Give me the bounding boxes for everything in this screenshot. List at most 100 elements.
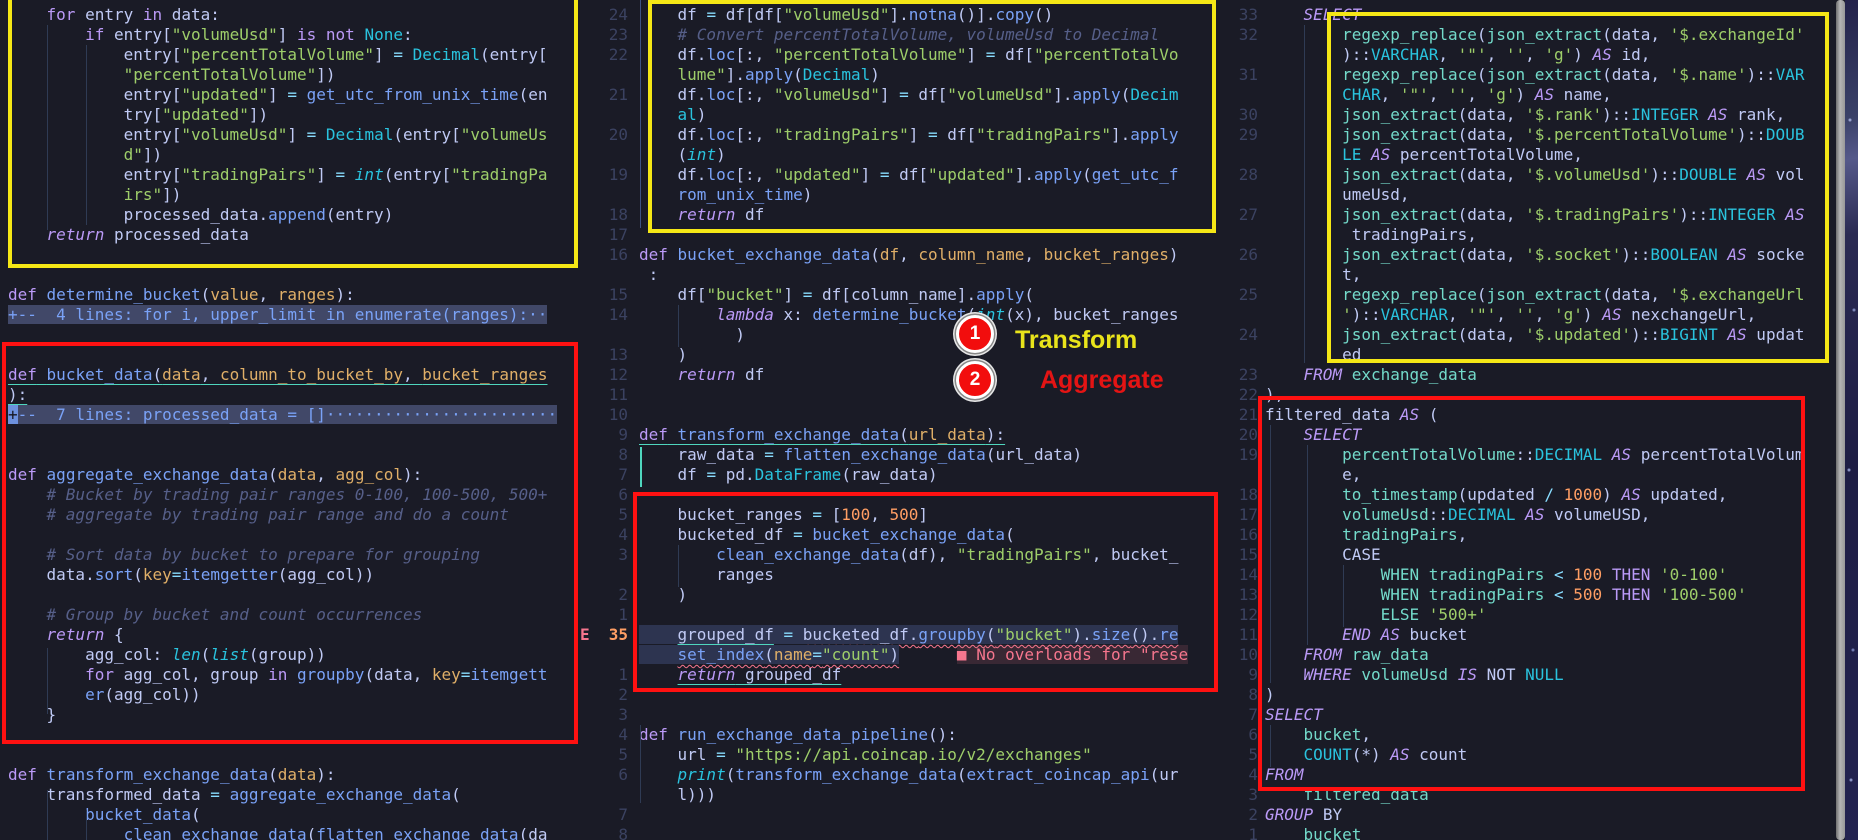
code-line[interactable]: 8 raw_data = flatten_exchange_data(url_d…: [578, 445, 1228, 465]
code-line[interactable]: 19 df.loc[:, "updated"] = df["updated"].…: [578, 165, 1228, 185]
code-line[interactable]: 16 tradingPairs,: [1228, 525, 1836, 545]
code-line[interactable]: )::VARCHAR, '"', '', 'g') AS id,: [1228, 45, 1836, 65]
code-line[interactable]: 5 url = "https://api.coincap.io/v2/excha…: [578, 745, 1228, 765]
code-line[interactable]: 6: [578, 485, 1228, 505]
code-line[interactable]: 17: [578, 225, 1228, 245]
code-line[interactable]: e,: [1228, 465, 1836, 485]
code-line[interactable]: 33 SELECT: [1228, 5, 1836, 25]
code-line[interactable]: if entry["volumeUsd"] is not None:: [0, 25, 578, 45]
code-line[interactable]: 8): [1228, 685, 1836, 705]
code-line[interactable]: 25 regexp_replace(json_extract(data, '$.…: [1228, 285, 1836, 305]
code-line[interactable]: [0, 585, 578, 605]
code-line[interactable]: 20 SELECT: [1228, 425, 1836, 445]
code-line[interactable]: transformed_data = aggregate_exchange_da…: [0, 785, 578, 805]
code-line[interactable]: # Group by bucket and count occurrences: [0, 605, 578, 625]
code-line[interactable]: [0, 425, 578, 445]
code-line[interactable]: (int): [578, 145, 1228, 165]
code-line[interactable]: lume"].apply(Decimal): [578, 65, 1228, 85]
code-line[interactable]: def determine_bucket(value, ranges):: [0, 285, 578, 305]
code-line[interactable]: +-- 4 lines: for i, upper_limit in enume…: [0, 305, 578, 325]
code-line[interactable]: # aggregate by trading pair range and do…: [0, 505, 578, 525]
code-line[interactable]: return {: [0, 625, 578, 645]
code-line[interactable]: 32 regexp_replace(json_extract(data, '$.…: [1228, 25, 1836, 45]
code-line[interactable]: 21filtered_data AS (: [1228, 405, 1836, 425]
code-line[interactable]: [0, 745, 578, 765]
code-line[interactable]: ')::VARCHAR, '"', '', 'g') AS nexchangeU…: [1228, 305, 1836, 325]
code-line[interactable]: 31 regexp_replace(json_extract(data, '$.…: [1228, 65, 1836, 85]
code-line[interactable]: 14 lambda x: determine_bucket(int(x), bu…: [578, 305, 1228, 325]
code-line[interactable]: 1 bucket: [1228, 825, 1836, 840]
code-line[interactable]: 2 ): [578, 585, 1228, 605]
code-line[interactable]: 9def transform_exchange_data(url_data):: [578, 425, 1228, 445]
code-line[interactable]: t,: [1228, 265, 1836, 285]
code-line[interactable]: ed: [1228, 345, 1836, 365]
code-line[interactable]: 18 to_timestamp(updated / 1000) AS updat…: [1228, 485, 1836, 505]
code-line[interactable]: 21 df.loc[:, "volumeUsd"] = df["volumeUs…: [578, 85, 1228, 105]
code-line[interactable]: er(agg_col)): [0, 685, 578, 705]
code-line[interactable]: 10: [578, 405, 1228, 425]
code-line[interactable]: [0, 345, 578, 365]
code-line[interactable]: 20 df.loc[:, "tradingPairs"] = df["tradi…: [578, 125, 1228, 145]
code-line[interactable]: 1: [578, 605, 1228, 625]
code-line[interactable]: 3 filtered_data: [1228, 785, 1836, 805]
code-line[interactable]: rom_unix_time): [578, 185, 1228, 205]
code-line[interactable]: return processed_data: [0, 225, 578, 245]
code-line[interactable]: 15 CASE: [1228, 545, 1836, 565]
code-line[interactable]: for entry in data:: [0, 5, 578, 25]
code-line[interactable]: 30 json_extract(data, '$.rank')::INTEGER…: [1228, 105, 1836, 125]
code-line[interactable]: 8: [578, 825, 1228, 840]
code-line[interactable]: tradingPairs,: [1228, 225, 1836, 245]
code-line[interactable]: set_index(name="count") ■ No overloads f…: [578, 645, 1228, 665]
code-line[interactable]: [0, 525, 578, 545]
code-line[interactable]: }: [0, 705, 578, 725]
code-line[interactable]: for agg_col, group in groupby(data, key=…: [0, 665, 578, 685]
code-line[interactable]: CHAR, '"', '', 'g') AS name,: [1228, 85, 1836, 105]
code-line[interactable]: [0, 725, 578, 745]
code-line[interactable]: 7 df = pd.DataFrame(raw_data): [578, 465, 1228, 485]
code-line[interactable]: data.sort(key=itemgetter(agg_col)): [0, 565, 578, 585]
code-line[interactable]: 10 FROM raw_data: [1228, 645, 1836, 665]
code-line[interactable]: 7: [578, 805, 1228, 825]
code-line[interactable]: 14 WHEN tradingPairs < 100 THEN '0-100': [1228, 565, 1836, 585]
code-line[interactable]: 7SELECT: [1228, 705, 1836, 725]
code-line[interactable]: 22 df.loc[:, "percentTotalVolume"] = df[…: [578, 45, 1228, 65]
code-line[interactable]: 12 ELSE '500+': [1228, 605, 1836, 625]
code-line[interactable]: 18 return df: [578, 205, 1228, 225]
code-line[interactable]: 6 bucket,: [1228, 725, 1836, 745]
code-line[interactable]: 27 json_extract(data, '$.tradingPairs'):…: [1228, 205, 1836, 225]
code-line[interactable]: # Bucket by trading pair ranges 0-100, 1…: [0, 485, 578, 505]
code-line[interactable]: 19 percentTotalVolume::DECIMAL AS percen…: [1228, 445, 1836, 465]
code-line[interactable]: 13 WHEN tradingPairs < 500 THEN '100-500…: [1228, 585, 1836, 605]
code-line[interactable]: ):: [0, 385, 578, 405]
code-line[interactable]: 23 # Convert percentTotalVolume, volumeU…: [578, 25, 1228, 45]
code-line[interactable]: 4 bucketed_df = bucket_exchange_data(: [578, 525, 1228, 545]
code-pane-right[interactable]: 33 SELECT32 regexp_replace(json_extract(…: [1228, 0, 1836, 840]
code-line[interactable]: 28 json_extract(data, '$.volumeUsd')::DO…: [1228, 165, 1836, 185]
code-line[interactable]: 24 df = df[df["volumeUsd"].notna()].copy…: [578, 5, 1228, 25]
code-line[interactable]: 17 volumeUsd::DECIMAL AS volumeUSD,: [1228, 505, 1836, 525]
code-line[interactable]: 4FROM: [1228, 765, 1836, 785]
code-line[interactable]: 1 return grouped_df: [578, 665, 1228, 685]
code-line[interactable]: E35 grouped_df = bucketed_df.groupby("bu…: [578, 625, 1228, 645]
code-line[interactable]: 5 bucket_ranges = [100, 500]: [578, 505, 1228, 525]
scrollbar[interactable]: [1836, 0, 1845, 840]
code-line[interactable]: 4def run_exchange_data_pipeline():: [578, 725, 1228, 745]
code-line[interactable]: [0, 265, 578, 285]
code-line[interactable]: umeUsd,: [1228, 185, 1836, 205]
code-line[interactable]: [0, 325, 578, 345]
code-line[interactable]: def transform_exchange_data(data):: [0, 765, 578, 785]
code-line[interactable]: 2GROUP BY: [1228, 805, 1836, 825]
code-line[interactable]: 15 df["bucket"] = df[column_name].apply(: [578, 285, 1228, 305]
code-line[interactable]: # Sort data by bucket to prepare for gro…: [0, 545, 578, 565]
code-line[interactable]: 16def bucket_exchange_data(df, column_na…: [578, 245, 1228, 265]
code-line[interactable]: [0, 445, 578, 465]
code-line[interactable]: 23 FROM exchange_data: [1228, 365, 1836, 385]
code-line[interactable]: 26 json_extract(data, '$.socket')::BOOLE…: [1228, 245, 1836, 265]
code-line[interactable]: ranges: [578, 565, 1228, 585]
code-line[interactable]: agg_col: len(list(group)): [0, 645, 578, 665]
code-line[interactable]: 11 END AS bucket: [1228, 625, 1836, 645]
code-line[interactable]: +-- 7 lines: processed_data = []········…: [0, 405, 578, 425]
code-pane-middle[interactable]: 24 df = df[df["volumeUsd"].notna()].copy…: [578, 0, 1228, 840]
code-line[interactable]: 5 COUNT(*) AS count: [1228, 745, 1836, 765]
code-line[interactable]: 6 print(transform_exchange_data(extract_…: [578, 765, 1228, 785]
